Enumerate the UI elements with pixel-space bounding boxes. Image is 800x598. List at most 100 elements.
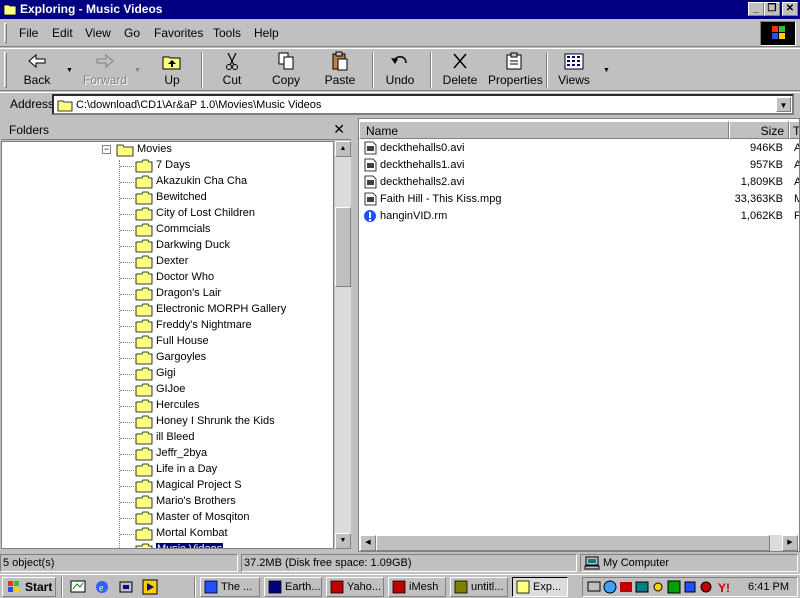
taskbar-button[interactable]: The ... [200, 577, 260, 597]
file-row[interactable]: hanginVID.rm 1,062KB F [363, 209, 799, 225]
video-file-icon [364, 175, 377, 189]
tray-display-icon[interactable] [635, 580, 649, 594]
folder-label: Gargoyles [156, 351, 207, 363]
outlook-express-icon[interactable] [118, 579, 134, 595]
menu-edit[interactable]: Edit [52, 26, 73, 40]
scroll-thumb[interactable] [335, 207, 351, 287]
views-button[interactable]: Views [556, 51, 592, 89]
forward-dropdown-arrow[interactable]: ▼ [134, 67, 142, 74]
tray-ati-icon[interactable] [619, 580, 633, 594]
taskbar-button[interactable]: untitl... [450, 577, 508, 597]
tree-connector [120, 326, 134, 327]
tree-connector [120, 166, 134, 167]
folder-icon [135, 463, 153, 477]
cut-label: Cut [222, 73, 242, 87]
file-row[interactable]: Faith Hill - This Kiss.mpg 33,363KB M [363, 192, 799, 208]
tree-connector [120, 518, 134, 519]
scroll-up-button[interactable]: ▲ [335, 141, 351, 157]
taskbar-button[interactable]: Exp... [512, 577, 568, 597]
copy-button[interactable]: Copy [264, 51, 308, 89]
tray-antivirus-icon[interactable] [603, 580, 617, 594]
file-size: 957KB [749, 159, 783, 171]
taskbar-button[interactable]: Yaho... [326, 577, 384, 597]
scroll-left-button[interactable]: ◀ [360, 535, 376, 551]
menu-help[interactable]: Help [254, 26, 279, 40]
properties-button[interactable]: Properties [488, 51, 543, 89]
column-header-size[interactable]: Size [729, 121, 789, 139]
menu-bar: File Edit View Go Favorites Tools Help [0, 19, 800, 47]
column-header-type[interactable]: T [789, 121, 799, 139]
restore-button[interactable]: ❐ [764, 2, 780, 16]
back-button[interactable]: Back [14, 51, 60, 89]
file-row[interactable]: deckthehalls1.avi 957KB A [363, 158, 799, 174]
cut-button[interactable]: Cut [212, 51, 252, 89]
scroll-thumb[interactable] [376, 535, 770, 551]
forward-button[interactable]: Forward [80, 51, 130, 89]
tree-connector [120, 438, 134, 439]
menu-file[interactable]: File [19, 26, 38, 40]
files-pane: Name Size T deckthehalls0.avi 946KB Adeckt… [358, 118, 800, 552]
folder-icon [135, 175, 153, 189]
media-player-icon[interactable] [142, 579, 158, 595]
tree-connector [120, 294, 134, 295]
address-dropdown-button[interactable]: ▼ [776, 97, 791, 112]
tree-connector [120, 262, 134, 263]
menu-view[interactable]: View [85, 26, 111, 40]
tray-yahoo-icon[interactable]: Y! [717, 580, 731, 594]
folder-label: Electronic MORPH Gallery [156, 303, 287, 315]
column-header-name[interactable]: Name [359, 121, 729, 139]
folder-icon [135, 207, 153, 221]
undo-button[interactable]: Undo [380, 51, 420, 89]
tray-network-icon[interactable] [587, 580, 601, 594]
tree-connector [120, 182, 134, 183]
folder-icon [135, 415, 153, 429]
menu-go[interactable]: Go [124, 26, 140, 40]
folder-icon [135, 383, 153, 397]
tree-connector [120, 502, 134, 503]
folders-vertical-scrollbar[interactable]: ▲ ▼ [335, 141, 351, 549]
tray-monitor-icon[interactable] [667, 580, 681, 594]
menu-favorites[interactable]: Favorites [154, 26, 203, 40]
address-label: Address [10, 97, 55, 111]
internet-explorer-icon[interactable]: e [94, 579, 110, 595]
taskbar-button[interactable]: iMesh [388, 577, 446, 597]
close-folders-icon[interactable]: ✕ [333, 121, 345, 138]
tray-gear-icon[interactable] [699, 580, 713, 594]
up-button[interactable]: Up [152, 51, 192, 89]
back-dropdown-arrow[interactable]: ▼ [66, 67, 74, 74]
files-horizontal-scrollbar[interactable]: ◀ ▶ [360, 535, 798, 551]
folder-label: Mortal Kombat [156, 527, 228, 539]
taskbar-button[interactable]: Earth... [264, 577, 322, 597]
title-bar[interactable]: Exploring - Music Videos _ ❐ ✕ [0, 0, 800, 19]
scroll-right-button[interactable]: ▶ [782, 535, 798, 551]
views-dropdown-arrow[interactable]: ▼ [603, 67, 611, 74]
tray-lan-icon[interactable] [683, 580, 697, 594]
paste-button[interactable]: Paste [318, 51, 362, 89]
file-row[interactable]: deckthehalls0.avi 946KB A [363, 141, 799, 157]
scroll-down-button[interactable]: ▼ [335, 533, 351, 549]
address-input[interactable]: C:\download\CD1\Ar&aP 1.0\Movies\Music V… [52, 94, 794, 115]
tray-sun-icon[interactable] [651, 580, 665, 594]
folder-icon [135, 223, 153, 237]
tree-connector [120, 470, 134, 471]
file-row[interactable]: deckthehalls2.avi 1,809KB A [363, 175, 799, 191]
start-button[interactable]: Start [2, 577, 56, 597]
close-button[interactable]: ✕ [782, 2, 798, 16]
tree-connector [120, 198, 134, 199]
minimize-button[interactable]: _ [748, 2, 764, 16]
folder-tree[interactable]: − Movies 7 Days Akazukin Cha Cha Bewitched… [1, 141, 334, 549]
menu-grip [4, 23, 7, 43]
menu-tools[interactable]: Tools [213, 26, 241, 40]
collapse-movies-toggle[interactable]: − [102, 145, 111, 154]
folder-label: City of Lost Children [156, 207, 256, 219]
show-desktop-icon[interactable] [70, 579, 86, 595]
folder-label: Doctor Who [156, 271, 215, 283]
status-size: 37.2MB (Disk free space: 1.09GB) [241, 554, 577, 572]
column-name-label: Name [366, 124, 399, 138]
tree-connector [119, 160, 120, 548]
folder-icon [135, 191, 153, 205]
clock[interactable]: 6:41 PM [748, 581, 789, 593]
folder-label: Dragon's Lair [156, 287, 222, 299]
copy-label: Copy [271, 73, 300, 87]
delete-button[interactable]: Delete [440, 51, 480, 89]
